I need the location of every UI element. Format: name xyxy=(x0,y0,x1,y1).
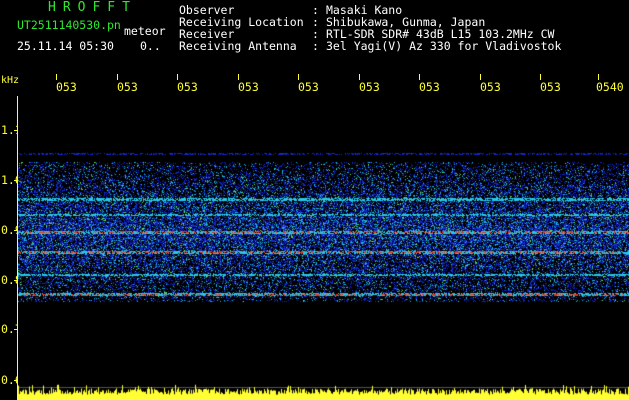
count: 0.. xyxy=(140,39,161,53)
time-tick-label: 053 xyxy=(298,80,319,94)
time-tick-label: 053 xyxy=(540,80,561,94)
spectrogram-display xyxy=(18,96,629,400)
mode-label: meteor xyxy=(124,24,166,38)
time-tick-label: 0540 xyxy=(596,80,624,94)
datetime: 25.11.14 05:30 xyxy=(17,39,114,53)
colon: : xyxy=(312,39,319,53)
freq-unit-label: kHz xyxy=(1,75,20,86)
time-tick-label: 053 xyxy=(419,80,440,94)
filename: UT2511140530.pn xyxy=(17,18,121,32)
time-tick-label: 053 xyxy=(177,80,198,94)
app-title: HROFFT xyxy=(48,0,137,15)
time-tick-label: 053 xyxy=(359,80,380,94)
time-tick-label: 053 xyxy=(56,80,77,94)
antenna-value: 3el Yagi(V) Az 330 for Vladivostok xyxy=(326,39,562,53)
time-tick-label: 053 xyxy=(480,80,501,94)
antenna-label: Receiving Antenna xyxy=(179,39,297,53)
time-tick-label: 053 xyxy=(238,80,259,94)
time-tick-label: 053 xyxy=(117,80,138,94)
